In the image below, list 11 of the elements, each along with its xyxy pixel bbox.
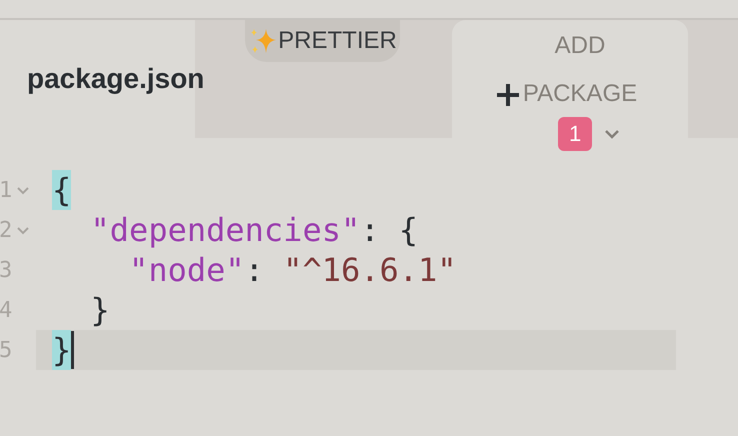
prettier-button[interactable]: PRETTIER [245, 20, 400, 62]
plus-icon [495, 82, 521, 108]
code-line: } [90, 290, 110, 330]
chevron-down-icon[interactable] [604, 129, 620, 139]
fold-chevron-icon[interactable] [16, 186, 30, 194]
code-line: "dependencies": { [90, 210, 418, 250]
code-line: "node": "^16.6.1" [128, 250, 457, 290]
file-title: package.json [27, 62, 204, 96]
text-cursor [71, 331, 74, 369]
fold-chevron-icon[interactable] [16, 226, 30, 234]
count-badge: 1 [558, 117, 592, 151]
